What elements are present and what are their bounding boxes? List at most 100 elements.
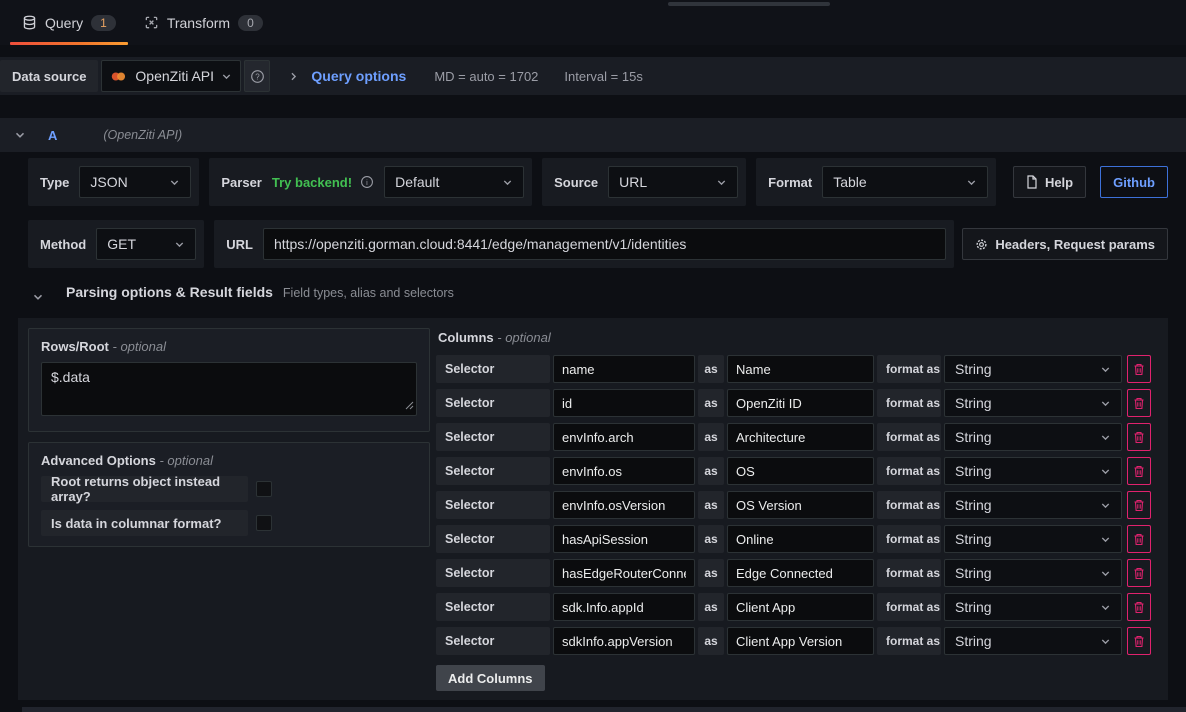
columnar-format-checkbox[interactable]	[256, 515, 272, 531]
advanced-options-optional-hint: - optional	[159, 453, 212, 468]
chevron-down-icon	[1100, 534, 1111, 545]
rows-root-optional-hint: - optional	[113, 339, 166, 354]
datasource-picker[interactable]: OpenZiti API	[101, 60, 241, 92]
column-selector-label: Selector	[436, 593, 550, 621]
column-format-select[interactable]: String	[944, 491, 1122, 519]
column-format-label: format as	[877, 525, 941, 553]
column-format-select[interactable]: String	[944, 389, 1122, 417]
delete-column-button[interactable]	[1127, 559, 1151, 587]
trash-icon	[1133, 465, 1145, 478]
github-button[interactable]: Github	[1100, 166, 1168, 198]
method-select[interactable]: GET	[96, 228, 196, 260]
query-row-header[interactable]: A (OpenZiti API)	[0, 118, 1186, 152]
column-format-select[interactable]: String	[944, 423, 1122, 451]
info-circle-icon: i	[360, 175, 374, 189]
column-format-value: String	[955, 463, 992, 479]
parsing-section-title: Parsing options & Result fields	[66, 284, 273, 300]
datasource-help-button[interactable]: ?	[244, 60, 270, 92]
query-options-link[interactable]: Query options	[311, 68, 406, 84]
delete-column-button[interactable]	[1127, 593, 1151, 621]
method-field-group: Method GET	[28, 220, 204, 268]
column-alias-input[interactable]	[727, 525, 874, 553]
collapse-chevron-icon	[14, 129, 26, 141]
url-input[interactable]	[263, 228, 946, 260]
grafana-query-editor-screen: Query 1 Transform 0 Data source OpenZiti…	[0, 0, 1186, 712]
column-alias-input[interactable]	[727, 491, 874, 519]
column-selector-label: Selector	[436, 559, 550, 587]
request-row: Method GET URL Headers, Request params	[18, 220, 1168, 268]
format-select[interactable]: Table	[822, 166, 988, 198]
column-selector-input[interactable]	[553, 389, 695, 417]
column-selector-label: Selector	[436, 423, 550, 451]
delete-column-button[interactable]	[1127, 389, 1151, 417]
delete-column-button[interactable]	[1127, 423, 1151, 451]
column-format-value: String	[955, 497, 992, 513]
query-count-badge: 1	[91, 15, 116, 31]
type-select[interactable]: JSON	[79, 166, 191, 198]
question-circle-icon: ?	[250, 69, 265, 84]
delete-column-button[interactable]	[1127, 627, 1151, 655]
column-row: Selector as format as String	[436, 559, 1158, 587]
column-selector-input[interactable]	[553, 423, 695, 451]
source-select-value: URL	[619, 174, 647, 190]
chevron-down-icon	[1100, 466, 1111, 477]
column-format-select[interactable]: String	[944, 627, 1122, 655]
parsing-section-header[interactable]: Parsing options & Result fields Field ty…	[18, 284, 1168, 310]
rows-root-input[interactable]	[41, 362, 417, 416]
column-selector-label: Selector	[436, 457, 550, 485]
column-format-select[interactable]: String	[944, 355, 1122, 383]
column-selector-label: Selector	[436, 491, 550, 519]
chevron-down-icon	[1100, 432, 1111, 443]
column-alias-input[interactable]	[727, 627, 874, 655]
column-format-label: format as	[877, 559, 941, 587]
column-format-label: format as	[877, 627, 941, 655]
source-select[interactable]: URL	[608, 166, 738, 198]
editor-action-buttons: Help Github	[1013, 158, 1168, 198]
column-selector-input[interactable]	[553, 457, 695, 485]
try-backend-link[interactable]: Try backend!	[272, 175, 352, 190]
column-selector-input[interactable]	[553, 525, 695, 553]
delete-column-button[interactable]	[1127, 491, 1151, 519]
column-format-select[interactable]: String	[944, 593, 1122, 621]
tab-transform[interactable]: Transform 0	[130, 0, 277, 45]
column-as-label: as	[698, 355, 724, 383]
column-alias-input[interactable]	[727, 457, 874, 485]
parsing-section-subtitle: Field types, alias and selectors	[283, 286, 454, 300]
delete-column-button[interactable]	[1127, 457, 1151, 485]
tab-query[interactable]: Query 1	[8, 0, 130, 45]
column-selector-input[interactable]	[553, 627, 695, 655]
type-field-group: Type JSON	[28, 158, 199, 206]
column-alias-input[interactable]	[727, 593, 874, 621]
delete-column-button[interactable]	[1127, 525, 1151, 553]
add-columns-button[interactable]: Add Columns	[436, 665, 545, 691]
column-alias-input[interactable]	[727, 355, 874, 383]
column-selector-input[interactable]	[553, 355, 695, 383]
headers-request-params-button[interactable]: Headers, Request params	[962, 228, 1168, 260]
delete-column-button[interactable]	[1127, 355, 1151, 383]
root-returns-object-checkbox[interactable]	[256, 481, 272, 497]
column-row: Selector as format as String	[436, 355, 1158, 383]
chevron-right-icon	[288, 71, 299, 82]
root-returns-object-label: Root returns object instead array?	[41, 476, 248, 502]
column-format-select[interactable]: String	[944, 559, 1122, 587]
next-section-edge	[22, 707, 1186, 712]
parsing-panel: Rows/Root - optional Advanced Options - …	[18, 318, 1168, 700]
column-format-label: format as	[877, 457, 941, 485]
column-as-label: as	[698, 627, 724, 655]
column-selector-input[interactable]	[553, 593, 695, 621]
trash-icon	[1133, 363, 1145, 376]
column-alias-input[interactable]	[727, 559, 874, 587]
parser-select[interactable]: Default	[384, 166, 524, 198]
column-format-select[interactable]: String	[944, 525, 1122, 553]
datasource-bar: Data source OpenZiti API ? Query options…	[0, 57, 1186, 95]
panel-resize-handle[interactable]	[668, 2, 830, 6]
column-alias-input[interactable]	[727, 423, 874, 451]
column-alias-input[interactable]	[727, 389, 874, 417]
format-label: Format	[764, 175, 822, 190]
column-selector-input[interactable]	[553, 491, 695, 519]
column-selector-input[interactable]	[553, 559, 695, 587]
transform-count-badge: 0	[238, 15, 263, 31]
chevron-down-icon	[502, 177, 513, 188]
help-button[interactable]: Help	[1013, 166, 1086, 198]
column-format-select[interactable]: String	[944, 457, 1122, 485]
